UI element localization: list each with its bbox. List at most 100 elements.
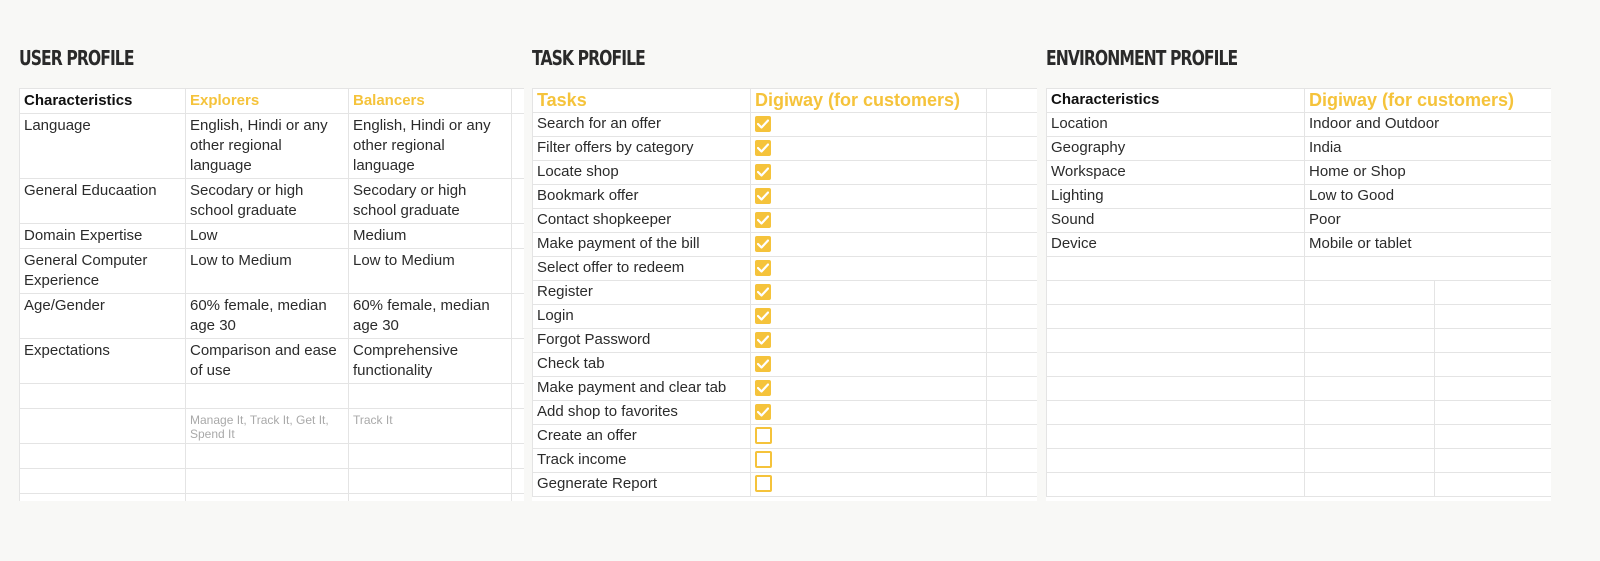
checked-checkbox[interactable]	[755, 139, 771, 156]
user-cell: 60% female, median age 30	[348, 293, 512, 339]
task-check-cell	[750, 280, 987, 305]
empty-cell	[1433, 400, 1551, 425]
empty-cell	[1046, 256, 1305, 281]
user-row: General Educaation Secodary or high schoo…	[19, 178, 524, 224]
empty-cell	[511, 408, 524, 444]
task-label: Contact shopkeeper	[532, 208, 751, 233]
empty-cell	[1304, 280, 1435, 305]
empty-cell	[348, 443, 512, 469]
empty-cell	[1304, 448, 1435, 473]
env-empty-row	[1046, 376, 1551, 401]
user-empty-row	[19, 443, 524, 469]
task-row: Forgot Password	[532, 328, 1037, 353]
task-label: Check tab	[532, 352, 751, 377]
env-cell: Low to Good	[1303, 184, 1551, 209]
empty-cell	[986, 184, 1037, 209]
env-empty-row	[1046, 472, 1551, 497]
user-cell: Age/Gender	[19, 293, 186, 339]
env-empty-row	[1046, 448, 1551, 473]
task-row: Track income	[532, 448, 1037, 473]
user-empty-row	[19, 468, 524, 494]
task-label: Add shop to favorites	[532, 400, 751, 425]
empty-cell	[1046, 304, 1305, 329]
unchecked-checkbox[interactable]	[755, 427, 772, 445]
checked-checkbox[interactable]	[755, 307, 771, 324]
empty-cell	[986, 88, 1037, 113]
task-check-cell	[750, 160, 987, 185]
task-label: Bookmark offer	[532, 184, 751, 209]
empty-cell	[1046, 352, 1305, 377]
user-cell: General Educaation	[19, 178, 186, 224]
user-cell: Comprehensive functionality	[348, 338, 512, 384]
unchecked-checkbox[interactable]	[755, 451, 772, 469]
checked-checkbox[interactable]	[755, 163, 771, 180]
task-row: Make payment and clear tab	[532, 376, 1037, 401]
task-check-cell	[750, 256, 987, 281]
task-check-cell	[750, 328, 987, 353]
empty-cell	[1046, 448, 1305, 473]
checked-checkbox[interactable]	[755, 235, 771, 252]
empty-cell	[511, 223, 524, 249]
env-empty-row	[1046, 400, 1551, 425]
task-label: Track income	[532, 448, 751, 473]
checked-checkbox[interactable]	[755, 211, 771, 228]
user-cell: Domain Expertise	[19, 223, 186, 249]
env-cell: Home or Shop	[1303, 160, 1551, 185]
env-cell: Workspace	[1046, 160, 1305, 185]
checked-checkbox[interactable]	[755, 187, 771, 204]
env-empty-row	[1046, 256, 1551, 281]
user-profile-sheet: Characteristics Explorers Balancers Languag…	[19, 88, 524, 501]
user-cell: Language	[19, 113, 186, 179]
env-empty-row	[1046, 352, 1551, 377]
checked-checkbox[interactable]	[755, 259, 771, 276]
env-empty-row	[1046, 304, 1551, 329]
empty-cell	[185, 383, 349, 409]
task-check-cell	[750, 232, 987, 257]
empty-cell	[1433, 448, 1551, 473]
checked-checkbox[interactable]	[755, 283, 771, 300]
empty-cell	[511, 468, 524, 494]
empty-cell	[986, 304, 1037, 329]
task-label: Gegnerate Report	[532, 472, 751, 497]
empty-cell	[19, 408, 186, 444]
checked-checkbox[interactable]	[755, 355, 771, 372]
empty-cell	[1046, 400, 1305, 425]
checked-checkbox[interactable]	[755, 331, 771, 348]
user-profile-table: Characteristics Explorers Balancers Languag…	[19, 88, 524, 501]
empty-cell	[986, 256, 1037, 281]
empty-cell	[1046, 376, 1305, 401]
empty-cell	[1433, 424, 1551, 449]
checked-checkbox[interactable]	[755, 403, 771, 420]
empty-cell	[1304, 424, 1435, 449]
env-empty-row	[1046, 280, 1551, 305]
empty-cell	[19, 443, 186, 469]
task-row: Create an offer	[532, 424, 1037, 449]
task-row: Register	[532, 280, 1037, 305]
unchecked-checkbox[interactable]	[755, 475, 772, 493]
empty-cell	[986, 448, 1037, 473]
task-check-cell	[750, 376, 987, 401]
task-label: Create an offer	[532, 424, 751, 449]
empty-cell	[1304, 472, 1435, 497]
empty-cell	[185, 468, 349, 494]
user-note-cell: Track It	[348, 408, 512, 444]
task-row: Make payment of the bill	[532, 232, 1037, 257]
checked-checkbox[interactable]	[755, 115, 771, 132]
user-row: Language English, Hindi or any other regi…	[19, 113, 524, 179]
task-row: Check tab	[532, 352, 1037, 377]
task-check-cell	[750, 208, 987, 233]
env-row: Device Mobile or tablet	[1046, 232, 1551, 257]
env-empty-row	[1046, 328, 1551, 353]
empty-cell	[348, 383, 512, 409]
empty-cell	[1433, 304, 1551, 329]
empty-cell	[348, 493, 512, 501]
user-header-cell: Balancers	[348, 88, 512, 114]
empty-cell	[185, 493, 349, 501]
environment-profile-title: ENVIRONMENT PROFILE	[1046, 46, 1238, 70]
environment-profile-table: Characteristics Digiway (for customers) Lo…	[1046, 88, 1551, 497]
user-cell: English, Hindi or any other regional lan…	[348, 113, 512, 179]
task-row: Locate shop	[532, 160, 1037, 185]
user-cell: English, Hindi or any other regional lan…	[185, 113, 349, 179]
empty-cell	[1046, 280, 1305, 305]
checked-checkbox[interactable]	[755, 379, 771, 396]
